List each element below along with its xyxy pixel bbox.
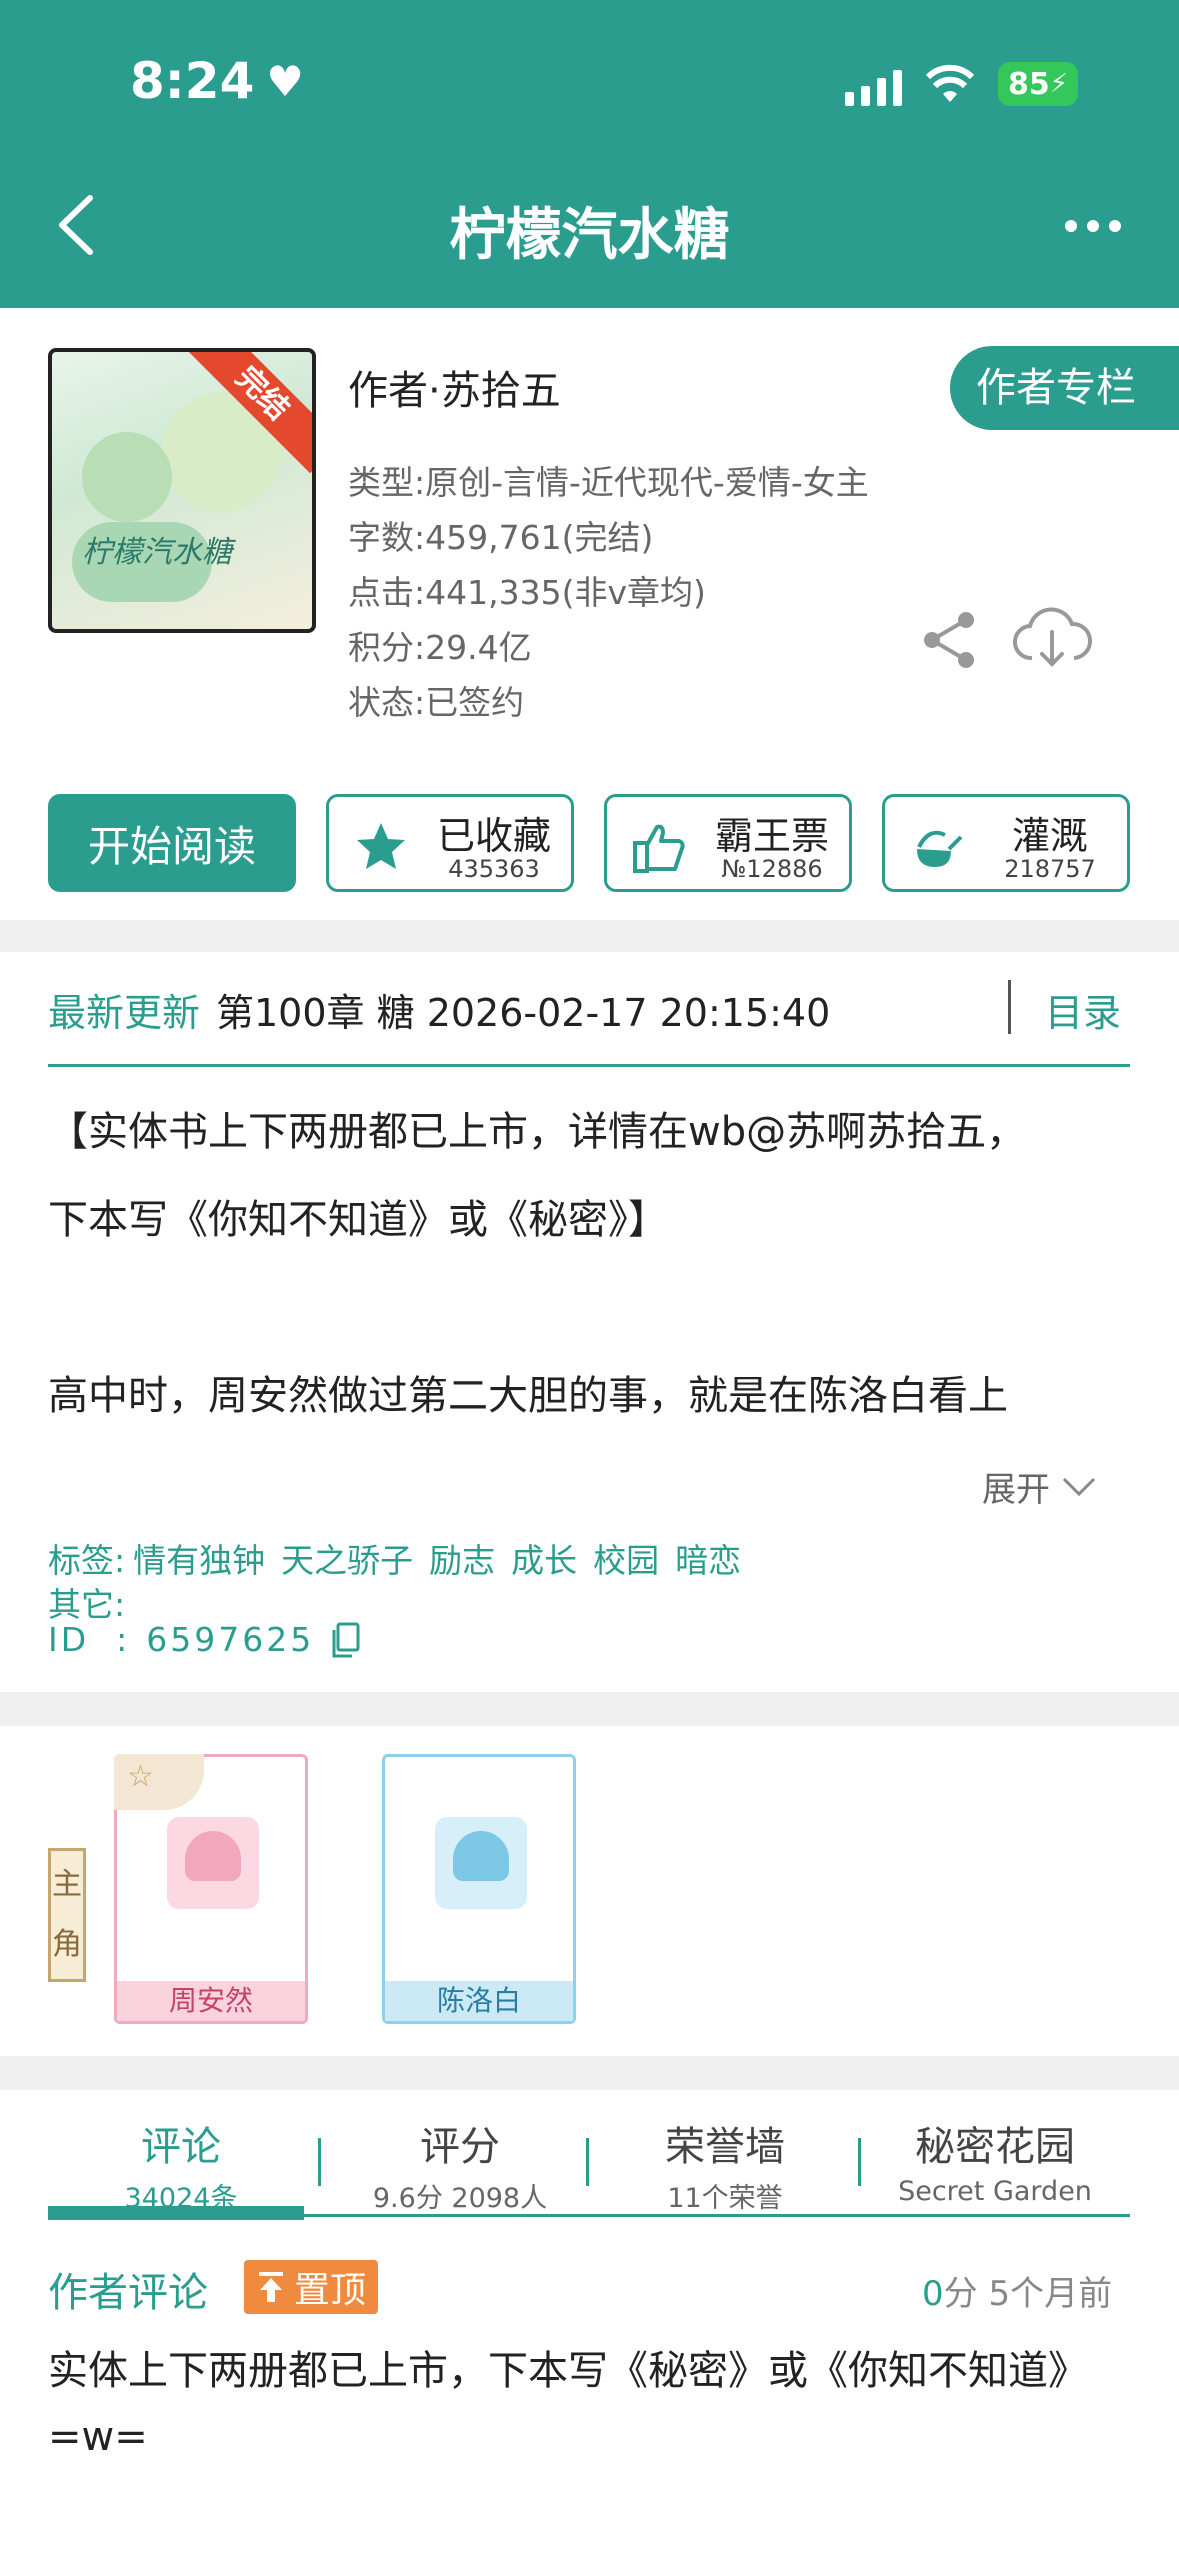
favorite-count: 435363 xyxy=(448,855,540,883)
wifi-icon xyxy=(925,64,975,102)
status-time: 8:24 ♥ xyxy=(130,52,304,110)
heart-icon: ♥ xyxy=(266,56,305,106)
share-icon[interactable] xyxy=(920,610,980,670)
chevron-down-icon xyxy=(1062,1477,1096,1496)
author-name[interactable]: 作者·苏拾五 xyxy=(348,358,561,416)
pin-top-icon xyxy=(259,2272,283,2302)
battery-level: 85 xyxy=(1007,66,1050,102)
toc-link[interactable]: 目录 xyxy=(1045,982,1121,1037)
meta-clicks: 点击:441,335(非v章均) xyxy=(348,573,706,612)
tab-rating[interactable]: 评分 9.6分 2098人 xyxy=(330,2114,590,2215)
author-comment-label: 作者评论 xyxy=(48,2270,208,2316)
comments-card: 评论 34024条 评分 9.6分 2098人 荣誉墙 11个荣誉 秘密花园 S… xyxy=(0,2090,1179,2556)
time-text: 8:24 xyxy=(130,52,255,110)
favorite-label: 已收藏 xyxy=(436,814,551,858)
meta-status: 状态:已签约 xyxy=(348,683,525,722)
tab-label: 评分 xyxy=(420,2124,500,2170)
divider xyxy=(1008,980,1011,1034)
tab-honor-wall[interactable]: 荣誉墙 11个荣誉 xyxy=(600,2114,850,2215)
comment-score: 0 xyxy=(922,2274,944,2314)
meta-genre: 类型:原创-言情-近代现代-爱情-女主 xyxy=(348,463,869,502)
character-card[interactable]: 陈洛白 xyxy=(382,1754,576,2024)
comment-time: 分 5个月前 xyxy=(943,2274,1113,2314)
tag-list: 标签: 情有独钟 天之骄子 励志 成长 校园 暗恋 xyxy=(48,1534,741,1582)
expand-label: 展开 xyxy=(982,1470,1050,1510)
expand-button[interactable]: 展开 xyxy=(982,1462,1098,1511)
tab-sub: 9.6分 2098人 xyxy=(372,2183,548,2214)
signal-icon xyxy=(845,66,902,106)
star-icon xyxy=(357,823,405,869)
tag-item[interactable]: 成长 xyxy=(511,1534,577,1582)
divider-line xyxy=(48,1064,1130,1067)
summary-line-2: 下本写《你知不知道》或《秘密》】 xyxy=(48,1197,668,1243)
start-reading-button[interactable]: 开始阅读 xyxy=(48,794,296,892)
tag-item[interactable]: 暗恋 xyxy=(675,1534,741,1582)
vote-label: 霸王票 xyxy=(714,814,829,858)
character-card[interactable]: ☆ 周安然 xyxy=(114,1754,308,2024)
tag-item[interactable]: 情有独钟 xyxy=(133,1534,265,1582)
character-name: 周安然 xyxy=(117,1981,305,2021)
download-icon[interactable] xyxy=(1012,606,1092,672)
tab-secret-garden[interactable]: 秘密花园 Secret Garden xyxy=(870,2114,1120,2207)
cover-title: 柠檬汽水糖 xyxy=(82,535,232,570)
author-column-button[interactable]: 作者专栏 xyxy=(950,346,1179,430)
vote-button[interactable]: 霸王票 №12886 xyxy=(604,794,852,892)
watering-can-icon xyxy=(917,830,963,867)
main-role-badge: 主角 xyxy=(48,1848,86,1982)
vote-count: №12886 xyxy=(721,855,823,883)
copy-icon[interactable] xyxy=(330,1622,360,1658)
tag-item[interactable]: 天之骄子 xyxy=(281,1534,413,1582)
other-label: 其它: xyxy=(48,1585,126,1624)
book-info-card: 柠檬汽水糖 完结 作者·苏拾五 作者专栏 类型:原创-言情-近代现代-爱情-女主… xyxy=(0,308,1179,920)
summary-card: 最新更新 第100章 糖 2026-02-17 20:15:40 目录 【实体书… xyxy=(0,952,1179,1692)
id-value: 6597625 xyxy=(146,1620,315,1659)
latest-update-label: 最新更新 xyxy=(48,991,201,1035)
favorite-button[interactable]: 已收藏 435363 xyxy=(326,794,574,892)
tab-sub: 11个荣誉 xyxy=(667,2183,783,2214)
comment-meta: 0分 5个月前 xyxy=(922,2266,1112,2315)
tag-item[interactable]: 励志 xyxy=(429,1534,495,1582)
tab-divider xyxy=(318,2138,321,2186)
tab-divider xyxy=(586,2138,589,2186)
character-name: 陈洛白 xyxy=(385,1981,573,2021)
meta-word-count: 字数:459,761(完结) xyxy=(348,518,654,557)
avatar xyxy=(167,1817,259,1909)
author-comment-text: 实体上下两册都已上市，下本写《秘密》或《你知不知道》=w= xyxy=(48,2348,1088,2460)
app-header: 8:24 ♥ 85 ⚡ 柠檬汽水糖 xyxy=(0,0,1179,308)
book-id-row: ID : 6597625 xyxy=(48,1620,360,1659)
id-label: ID : xyxy=(48,1620,131,1659)
water-button[interactable]: 灌溉 218757 xyxy=(882,794,1130,892)
tab-label: 评论 xyxy=(141,2124,221,2170)
thumbs-up-icon xyxy=(633,824,685,873)
battery-indicator: 85 ⚡ xyxy=(998,62,1078,106)
star-icon: ☆ xyxy=(127,1759,154,1794)
tab-sub: Secret Garden xyxy=(898,2176,1092,2207)
tab-comments[interactable]: 评论 34024条 xyxy=(48,2114,314,2215)
active-tab-indicator xyxy=(48,2206,304,2220)
pinned-badge: 置顶 xyxy=(244,2260,379,2314)
more-menu-icon[interactable] xyxy=(1065,220,1121,232)
water-count: 218757 xyxy=(1004,855,1096,883)
latest-chapter-link[interactable]: 第100章 糖 2026-02-17 20:15:40 xyxy=(216,982,830,1037)
tags-label: 标签: xyxy=(48,1541,126,1580)
tab-divider xyxy=(858,2138,861,2186)
tab-label: 秘密花园 xyxy=(915,2124,1075,2170)
summary-line-1: 【实体书上下两册都已上市，详情在wb@苏啊苏拾五， xyxy=(48,1109,1027,1155)
page-title: 柠檬汽水糖 xyxy=(449,203,730,268)
avatar xyxy=(435,1817,527,1909)
book-cover[interactable]: 柠檬汽水糖 完结 xyxy=(48,348,316,633)
meta-points: 积分:29.4亿 xyxy=(348,628,532,667)
water-label: 灌溉 xyxy=(1011,814,1088,858)
tag-item[interactable]: 校园 xyxy=(593,1534,659,1582)
tab-label: 荣誉墙 xyxy=(665,2124,785,2170)
summary-line-3: 高中时，周安然做过第二大胆的事，就是在陈洛白看上 xyxy=(48,1373,1008,1419)
characters-card: 主角 ☆ 周安然 陈洛白 xyxy=(0,1726,1179,2056)
pin-label: 置顶 xyxy=(294,2270,367,2311)
